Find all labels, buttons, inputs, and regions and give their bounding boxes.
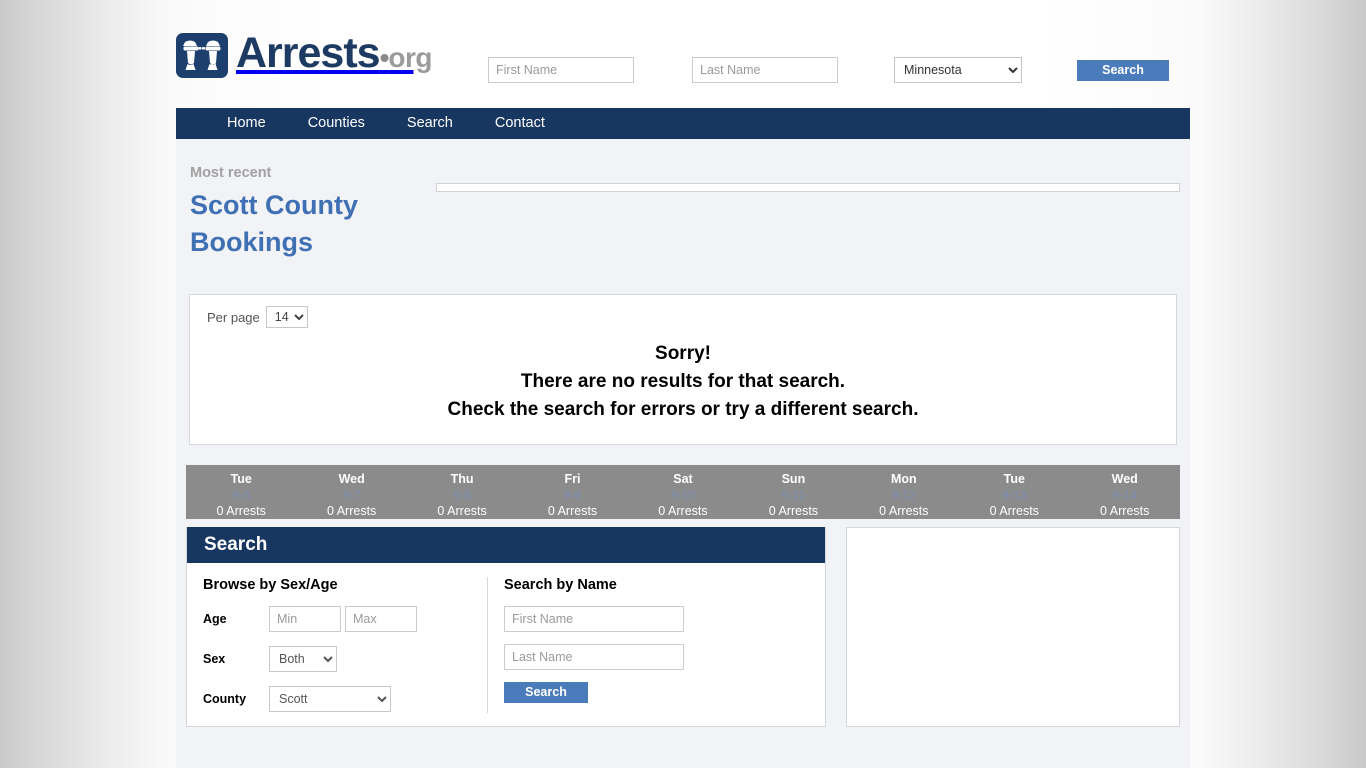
logo-word: Arrests [236,29,381,77]
results-panel: Per page 14 Sorry! There are no results … [189,294,1177,445]
date-cell-day: Mon [891,472,917,486]
page-eyebrow: Most recent [190,165,272,181]
date-cell-date: 9-10 [670,488,695,502]
date-cell-count: 0 Arrests [658,504,708,518]
date-cell-count: 0 Arrests [879,504,929,518]
date-cell-day: Tue [230,472,252,486]
panel-last-name-input[interactable] [504,644,684,670]
site-header: Arrests•org Minnesota Search [176,0,1190,108]
date-cell-date: 9-12 [891,488,916,502]
date-cell[interactable]: Wed 9-14 0 Arrests [1070,465,1180,519]
bottom-row: Search Browse by Sex/Age Age Sex Both [186,527,1180,727]
search-panel: Search Browse by Sex/Age Age Sex Both [186,527,826,727]
date-cell-date: 9-13 [1002,488,1027,502]
date-cell-count: 0 Arrests [1100,504,1150,518]
county-label: County [203,692,247,706]
nav-item-counties[interactable]: Counties [287,108,386,139]
per-page-select[interactable]: 14 [265,306,308,328]
date-cell[interactable]: Sat 9-10 0 Arrests [628,465,738,519]
site-logo[interactable]: Arrests•org [176,29,433,80]
sex-label: Sex [203,652,226,666]
date-cell-count: 0 Arrests [216,504,266,518]
age-field-row: Age [203,606,487,632]
date-cell-count: 0 Arrests [437,504,487,518]
date-cell[interactable]: Sun 9-11 0 Arrests [738,465,848,519]
date-cell-day: Wed [1111,472,1138,486]
page-title-block: Most recent Scott County Bookings [190,165,420,261]
date-cell-date: 9-14 [1112,488,1137,502]
nav-item-search[interactable]: Search [386,108,474,139]
header-last-name-input[interactable] [692,57,838,83]
date-cell-count: 0 Arrests [326,504,377,518]
age-max-input[interactable] [345,606,417,632]
top-ad-slot [436,183,1180,192]
search-by-name-heading: Search by Name [504,577,617,593]
header-search-button[interactable]: Search [1077,60,1169,81]
nav-item-contact[interactable]: Contact [474,108,566,139]
date-strip: Tue 9-6 0 Arrests Wed 9-7 0 Arrests Thu … [186,465,1180,519]
no-results-message: Sorry! There are no results for that sea… [190,340,1176,424]
date-cell-day: Thu [450,472,474,486]
date-cell[interactable]: Thu 9-8 0 Arrests [407,465,517,519]
date-cell-date: 9-6 [232,488,250,502]
banner-row: Most recent Scott County Bookings [176,139,1190,295]
county-field-row: County Scott [203,686,487,712]
date-cell-count: 0 Arrests [768,504,819,518]
date-cell-count: 0 Arrests [989,504,1039,518]
sex-select[interactable]: Both [269,646,337,672]
date-cell-date: 9-7 [342,488,361,502]
search-panel-body: Browse by Sex/Age Age Sex Both [187,563,825,713]
date-cell[interactable]: Mon 9-12 0 Arrests [849,465,959,519]
date-cell-day: Wed [338,472,365,486]
logo-tld: org [388,42,433,73]
page-title: Scott County Bookings [190,187,420,261]
browse-by-sex-age-column: Browse by Sex/Age Age Sex Both [187,577,487,713]
handcuffs-icon [176,33,228,78]
date-cell-day: Fri [564,472,581,486]
date-cell-date: 9-11 [781,488,805,502]
no-results-line-3: Check the search for errors or try a dif… [447,399,919,420]
county-select[interactable]: Scott [269,686,391,712]
date-cell-day: Tue [1003,472,1025,486]
date-cell-day: Sat [673,472,693,486]
search-panel-title: Search [187,527,825,563]
search-by-name-column: Search by Name Search [487,577,684,713]
page-title-line1: Scott County [190,190,358,220]
date-cell[interactable]: Tue 9-6 0 Arrests [186,465,296,519]
content-container: Most recent Scott County Bookings Per pa… [176,139,1190,768]
no-results-line-2: There are no results for that search. [520,371,846,392]
per-page-label: Per page [207,309,260,325]
date-cell-date: 9-8 [453,488,471,502]
page-title-line2: Bookings [190,227,314,257]
panel-first-name-input[interactable] [504,606,684,632]
age-min-input[interactable] [269,606,341,632]
date-cell-day: Sun [781,472,806,486]
date-cell-count: 0 Arrests [547,504,598,518]
header-state-select[interactable]: Minnesota [894,57,1022,83]
date-cell[interactable]: Fri 9-9 0 Arrests [517,465,627,519]
per-page-control: Per page 14 [207,306,308,328]
sidebar-ad-slot [846,527,1180,727]
nav-item-home[interactable]: Home [206,108,287,139]
page-wrapper: Arrests•org Minnesota Search Home Counti… [176,0,1190,768]
no-results-line-1: Sorry! [655,343,711,364]
browse-heading: Browse by Sex/Age [203,577,338,593]
logo-wordmark: Arrests•org [236,29,433,80]
main-navigation: Home Counties Search Contact [176,108,1190,139]
date-cell[interactable]: Tue 9-13 0 Arrests [959,465,1069,519]
date-cell-date: 9-9 [563,488,582,502]
age-label: Age [203,612,227,626]
date-cell[interactable]: Wed 9-7 0 Arrests [296,465,406,519]
sex-field-row: Sex Both [203,646,487,672]
panel-search-button[interactable]: Search [504,682,588,703]
header-first-name-input[interactable] [488,57,634,83]
